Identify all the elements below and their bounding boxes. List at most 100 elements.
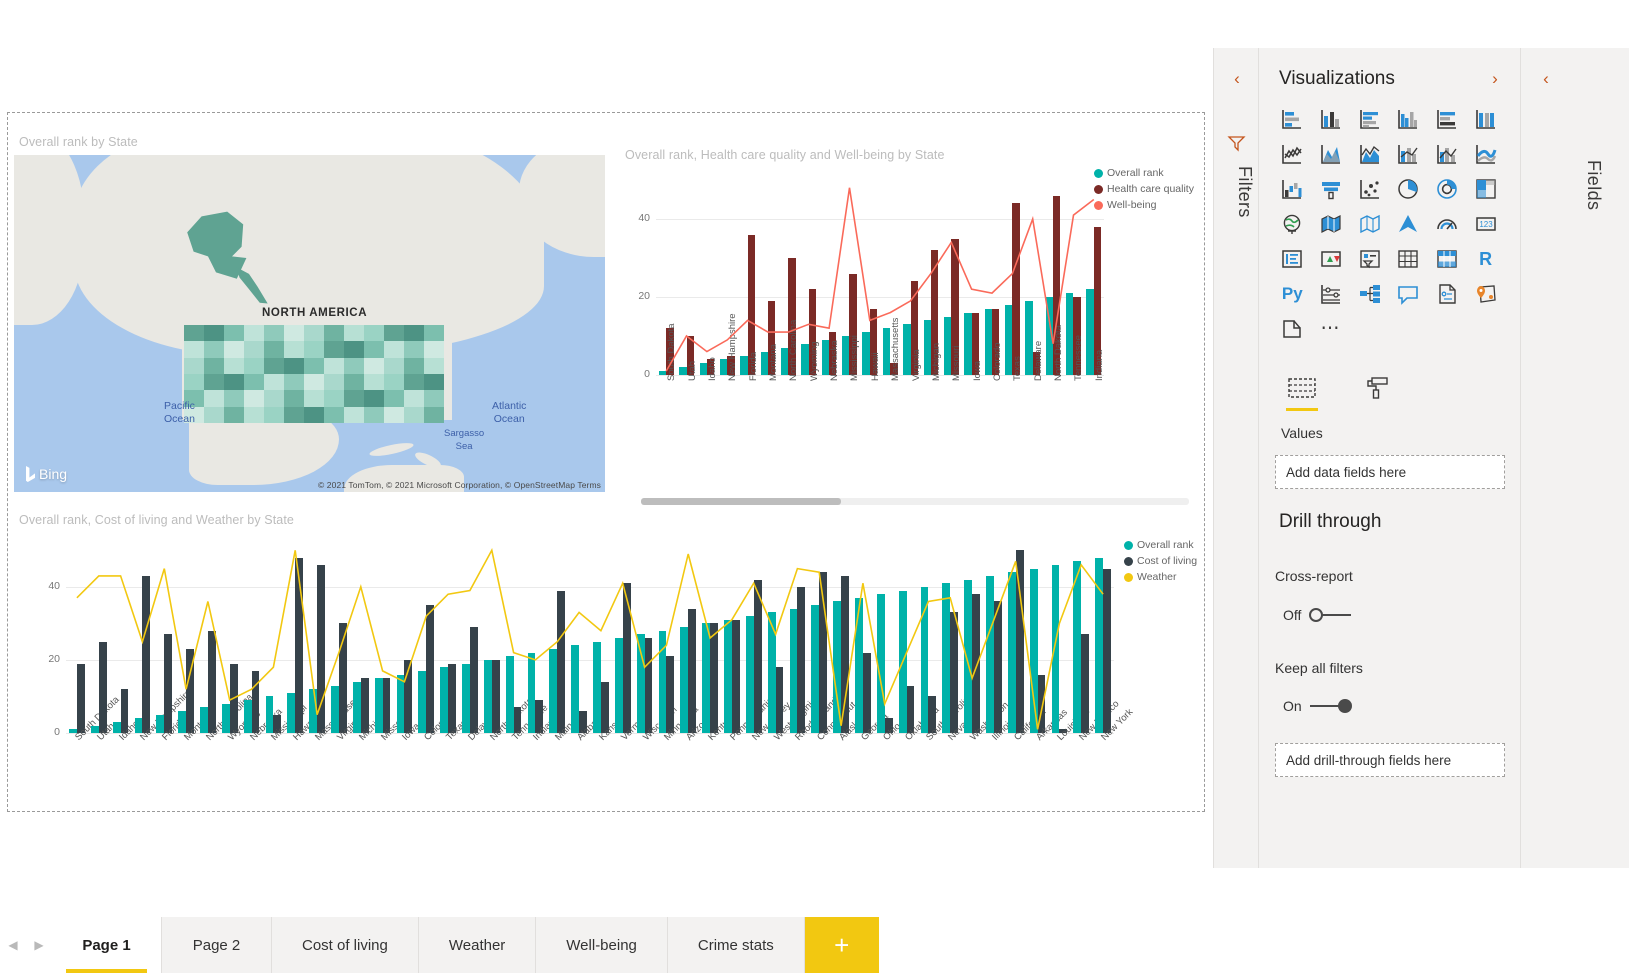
choropleth-cell[interactable] bbox=[364, 358, 384, 374]
legend-item[interactable]: Overall rank bbox=[1094, 165, 1194, 181]
slicer-icon[interactable] bbox=[1357, 246, 1383, 272]
choropleth-cell[interactable] bbox=[384, 325, 404, 341]
choropleth-cell[interactable] bbox=[324, 341, 344, 357]
choropleth-cell[interactable] bbox=[304, 358, 324, 374]
line-stacked-column-chart-icon[interactable] bbox=[1395, 141, 1421, 167]
choropleth-cell[interactable] bbox=[184, 358, 204, 374]
combo-chart-legend[interactable]: Overall rankHealth care qualityWell-bein… bbox=[1094, 165, 1194, 213]
format-paintroller-icon[interactable] bbox=[1359, 368, 1397, 408]
page-tab-page-2[interactable]: Page 2 bbox=[162, 917, 272, 973]
waterfall-chart-icon[interactable] bbox=[1279, 176, 1305, 202]
chevron-right-icon[interactable]: ▶ bbox=[26, 917, 52, 973]
r-script-visual-icon[interactable]: R bbox=[1473, 246, 1499, 272]
choropleth-cell[interactable] bbox=[324, 407, 344, 423]
report-page-area[interactable]: Overall rank by State NORTH AMERICA Paci… bbox=[7, 112, 1205, 812]
choropleth-cell[interactable] bbox=[424, 390, 444, 406]
fields-tab-icon[interactable] bbox=[1283, 368, 1321, 408]
choropleth-cell[interactable] bbox=[424, 407, 444, 423]
funnel-chart-icon[interactable] bbox=[1318, 176, 1344, 202]
choropleth-cell[interactable] bbox=[284, 358, 304, 374]
qa-visual-icon[interactable] bbox=[1395, 281, 1421, 307]
scatter-chart-icon[interactable] bbox=[1357, 176, 1383, 202]
choropleth-cell[interactable] bbox=[264, 358, 284, 374]
choropleth-cell[interactable] bbox=[244, 358, 264, 374]
choropleth-cell[interactable] bbox=[184, 374, 204, 390]
choropleth-cell[interactable] bbox=[404, 407, 424, 423]
values-dropzone[interactable]: Add data fields here bbox=[1275, 455, 1505, 489]
choropleth-cell[interactable] bbox=[324, 325, 344, 341]
choropleth-cell[interactable] bbox=[264, 374, 284, 390]
keep-all-filters-switch[interactable] bbox=[1310, 699, 1352, 713]
kpi-icon[interactable] bbox=[1318, 246, 1344, 272]
choropleth-cell[interactable] bbox=[344, 390, 364, 406]
gauge-icon[interactable] bbox=[1434, 211, 1460, 237]
filters-pane-collapsed[interactable]: ‹ Filters bbox=[1213, 48, 1258, 868]
choropleth-cell[interactable] bbox=[364, 341, 384, 357]
card-icon[interactable]: 123 bbox=[1473, 211, 1499, 237]
choropleth-cell[interactable] bbox=[224, 390, 244, 406]
choropleth-cell[interactable] bbox=[204, 390, 224, 406]
choropleth-cell[interactable] bbox=[344, 407, 364, 423]
choropleth-cell[interactable] bbox=[264, 390, 284, 406]
cross-report-switch[interactable] bbox=[1309, 608, 1351, 622]
stacked-column-chart-icon[interactable] bbox=[1318, 106, 1344, 132]
choropleth-cell[interactable] bbox=[424, 358, 444, 374]
page-tabs[interactable]: Page 1Page 2Cost of livingWeatherWell-be… bbox=[52, 917, 805, 973]
line-clustered-column-chart-icon[interactable] bbox=[1434, 141, 1460, 167]
choropleth-states[interactable] bbox=[184, 325, 444, 423]
scrollbar-thumb[interactable] bbox=[641, 498, 841, 505]
choropleth-cell[interactable] bbox=[224, 407, 244, 423]
choropleth-cell[interactable] bbox=[204, 358, 224, 374]
choropleth-cell[interactable] bbox=[324, 374, 344, 390]
clustered-bar-chart-icon[interactable] bbox=[1357, 106, 1383, 132]
choropleth-cell[interactable] bbox=[224, 325, 244, 341]
choropleth-cell[interactable] bbox=[344, 358, 364, 374]
azure-map-icon[interactable] bbox=[1395, 211, 1421, 237]
add-page-button[interactable]: + bbox=[805, 917, 879, 973]
choropleth-cell[interactable] bbox=[384, 390, 404, 406]
stacked-area-chart-icon[interactable] bbox=[1357, 141, 1383, 167]
filled-map-icon[interactable] bbox=[1318, 211, 1344, 237]
choropleth-cell[interactable] bbox=[304, 374, 324, 390]
fields-pane-collapsed[interactable]: ‹ Fields bbox=[1520, 48, 1629, 868]
100-stacked-bar-chart-icon[interactable] bbox=[1434, 106, 1460, 132]
line-chart-icon[interactable] bbox=[1279, 141, 1305, 167]
choropleth-cell[interactable] bbox=[184, 325, 204, 341]
combo-chart-scrollbar[interactable] bbox=[641, 498, 1189, 505]
legend-item[interactable]: Cost of living bbox=[1124, 553, 1197, 569]
choropleth-cell[interactable] bbox=[244, 374, 264, 390]
shape-map-icon[interactable] bbox=[1357, 211, 1383, 237]
smart-narrative-icon[interactable] bbox=[1434, 281, 1460, 307]
choropleth-cell[interactable] bbox=[244, 390, 264, 406]
choropleth-cell[interactable] bbox=[284, 341, 304, 357]
choropleth-cell[interactable] bbox=[384, 407, 404, 423]
choropleth-cell[interactable] bbox=[404, 374, 424, 390]
choropleth-cell[interactable] bbox=[364, 374, 384, 390]
page-tab-cost-of-living[interactable]: Cost of living bbox=[272, 917, 419, 973]
more-options-icon[interactable]: ⋯ bbox=[1318, 316, 1344, 342]
choropleth-cell[interactable] bbox=[344, 374, 364, 390]
map-canvas[interactable]: NORTH AMERICA PacificOcean AtlanticOcean… bbox=[14, 155, 605, 492]
arcgis-maps-icon[interactable] bbox=[1473, 281, 1499, 307]
choropleth-cell[interactable] bbox=[404, 390, 424, 406]
choropleth-cell[interactable] bbox=[364, 325, 384, 341]
choropleth-cell[interactable] bbox=[404, 341, 424, 357]
choropleth-cell[interactable] bbox=[204, 325, 224, 341]
choropleth-cell[interactable] bbox=[424, 325, 444, 341]
choropleth-cell[interactable] bbox=[204, 374, 224, 390]
legend-item[interactable]: Health care quality bbox=[1094, 181, 1194, 197]
choropleth-cell[interactable] bbox=[304, 341, 324, 357]
cross-report-toggle[interactable]: Off bbox=[1283, 607, 1351, 623]
drill-through-dropzone[interactable]: Add drill-through fields here bbox=[1275, 743, 1505, 777]
page-tab-well-being[interactable]: Well-being bbox=[536, 917, 668, 973]
choropleth-cell[interactable] bbox=[284, 390, 304, 406]
choropleth-cell[interactable] bbox=[304, 407, 324, 423]
legend-item[interactable]: Overall rank bbox=[1124, 537, 1197, 553]
donut-chart-icon[interactable] bbox=[1434, 176, 1460, 202]
decomposition-tree-icon[interactable] bbox=[1357, 281, 1383, 307]
choropleth-cell[interactable] bbox=[264, 325, 284, 341]
legend-item[interactable]: Weather bbox=[1124, 569, 1197, 585]
page-tab-weather[interactable]: Weather bbox=[419, 917, 536, 973]
ribbon-chart-icon[interactable] bbox=[1473, 141, 1499, 167]
stacked-bar-chart-icon[interactable] bbox=[1279, 106, 1305, 132]
